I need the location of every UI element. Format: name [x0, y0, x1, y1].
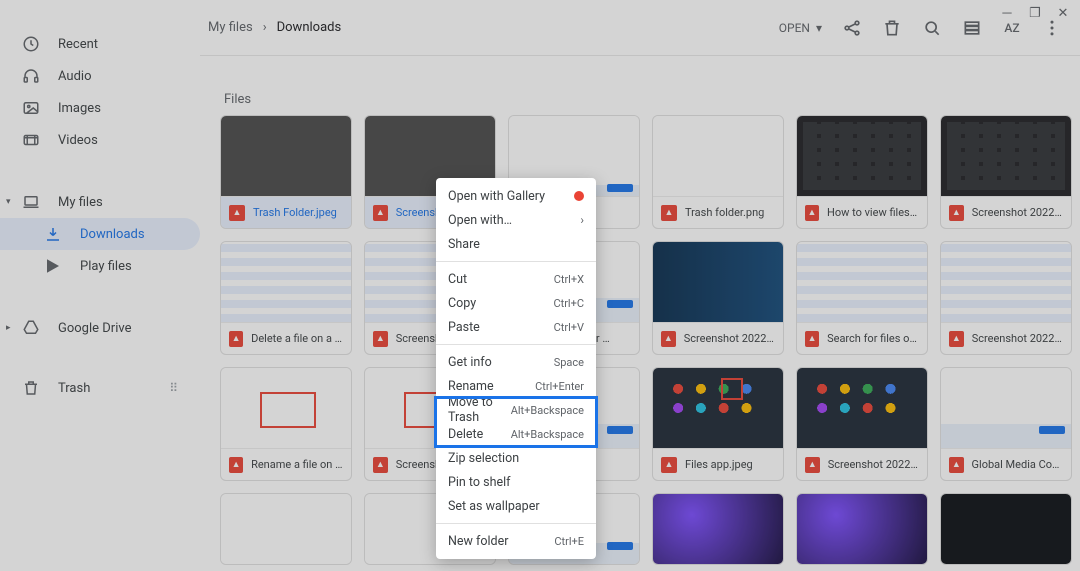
chevron-right-icon: › [263, 20, 267, 35]
menu-cut[interactable]: CutCtrl+X [436, 267, 596, 291]
menu-share[interactable]: Share [436, 232, 596, 256]
menu-delete[interactable]: DeleteAlt+Backspace [436, 422, 596, 446]
menu-zip[interactable]: Zip selection [436, 446, 596, 470]
file-card[interactable]: ▲Screenshot 2022-0… [940, 115, 1072, 229]
menu-separator [436, 261, 596, 262]
sidebar-item-label: My files [58, 195, 103, 210]
image-file-icon: ▲ [949, 457, 964, 473]
new-indicator-icon [574, 191, 584, 201]
menu-pin[interactable]: Pin to shelf [436, 470, 596, 494]
image-file-icon: ▲ [373, 331, 388, 347]
drag-handle-icon[interactable]: ⠿ [169, 381, 178, 395]
share-icon[interactable] [842, 18, 862, 38]
menu-paste[interactable]: PasteCtrl+V [436, 315, 596, 339]
file-card[interactable]: ▲Delete a file on a Ch… [220, 241, 352, 355]
image-icon [22, 99, 40, 117]
sidebar-item-label: Recent [58, 37, 98, 52]
menu-get-info[interactable]: Get infoSpace [436, 350, 596, 374]
sidebar-item-label: Images [58, 101, 101, 116]
more-icon[interactable] [1042, 18, 1062, 38]
sidebar-item-label: Audio [58, 69, 91, 84]
sidebar-item-label: Downloads [80, 227, 145, 242]
caret-down-icon: ▾ [816, 21, 822, 35]
sidebar-item-audio[interactable]: Audio [0, 60, 200, 92]
file-card[interactable]: ▲Global Media Contr… [940, 367, 1072, 481]
open-button-label: OPEN [779, 21, 810, 35]
menu-separator [436, 344, 596, 345]
play-icon [44, 257, 62, 275]
sidebar: Recent Audio Images Videos ▾ My files Do… [0, 0, 200, 571]
file-card[interactable]: ▲Files app.jpeg [652, 367, 784, 481]
laptop-icon [22, 193, 40, 211]
image-file-icon: ▲ [373, 457, 388, 473]
chevron-right-icon: › [580, 213, 584, 227]
file-card[interactable]: ▲Search for files on a… [796, 241, 928, 355]
search-icon[interactable] [922, 18, 942, 38]
download-icon [44, 225, 62, 243]
image-file-icon: ▲ [661, 205, 677, 221]
file-card[interactable] [940, 493, 1072, 565]
collapse-icon[interactable]: ▾ [6, 197, 11, 207]
main: My files › Downloads OPEN ▾ AZ Files ▲Tr… [200, 0, 1080, 571]
file-card[interactable]: ▲Trash folder.png [652, 115, 784, 229]
sidebar-item-label: Play files [80, 259, 132, 274]
file-card[interactable]: ▲Trash Folder.jpeg [220, 115, 352, 229]
breadcrumb-root[interactable]: My files [208, 20, 253, 35]
sidebar-item-my-files[interactable]: ▾ My files [0, 186, 200, 218]
file-card[interactable]: ▲How to view files on… [796, 115, 928, 229]
context-menu: Open with Gallery Open with…› Share CutC… [436, 178, 596, 559]
image-file-icon: ▲ [949, 205, 964, 221]
sidebar-item-play-files[interactable]: Play files [0, 250, 200, 282]
menu-wallpaper[interactable]: Set as wallpaper [436, 494, 596, 518]
clock-icon [22, 35, 40, 53]
file-card[interactable]: ▲Screenshot 2022-0… [940, 241, 1072, 355]
sidebar-item-trash[interactable]: Trash [0, 372, 169, 404]
menu-open-with[interactable]: Open with…› [436, 208, 596, 232]
image-file-icon: ▲ [949, 331, 964, 347]
expand-icon[interactable]: ▸ [6, 323, 11, 333]
delete-icon[interactable] [882, 18, 902, 38]
file-card[interactable] [220, 493, 352, 565]
menu-move-to-trash[interactable]: Move to TrashAlt+Backspace [436, 398, 596, 422]
image-file-icon: ▲ [805, 331, 819, 347]
image-file-icon: ▲ [661, 457, 677, 473]
open-button[interactable]: OPEN ▾ [779, 21, 822, 35]
headphones-icon [22, 67, 40, 85]
image-file-icon: ▲ [229, 457, 243, 473]
breadcrumb: My files › Downloads [208, 20, 341, 35]
image-file-icon: ▲ [661, 331, 676, 347]
trash-icon [22, 379, 40, 397]
sidebar-item-videos[interactable]: Videos [0, 124, 200, 156]
sidebar-item-images[interactable]: Images [0, 92, 200, 124]
video-icon [22, 131, 40, 149]
drive-icon [22, 319, 40, 337]
sidebar-item-google-drive[interactable]: ▸ Google Drive [0, 312, 200, 344]
sidebar-item-recent[interactable]: Recent [0, 28, 200, 60]
sidebar-item-label: Videos [58, 133, 98, 148]
sidebar-item-downloads[interactable]: Downloads [0, 218, 200, 250]
menu-separator [436, 523, 596, 524]
sidebar-item-label: Google Drive [58, 321, 131, 336]
image-file-icon: ▲ [229, 331, 243, 347]
image-file-icon: ▲ [805, 205, 819, 221]
file-card[interactable]: ▲Screenshot 2022-0… [796, 367, 928, 481]
section-label: Files [200, 56, 1080, 115]
sidebar-item-label: Trash [58, 381, 90, 396]
file-grid: ▲Trash Folder.jpeg ▲Screenshot 2022-0… ▲… [200, 115, 1080, 565]
menu-copy[interactable]: CopyCtrl+C [436, 291, 596, 315]
view-list-icon[interactable] [962, 18, 982, 38]
sort-icon[interactable]: AZ [1002, 18, 1022, 38]
file-card[interactable]: ▲Rename a file on Ch… [220, 367, 352, 481]
file-card[interactable] [652, 493, 784, 565]
breadcrumb-current: Downloads [277, 20, 342, 35]
image-file-icon: ▲ [229, 205, 245, 221]
file-card[interactable] [796, 493, 928, 565]
image-file-icon: ▲ [373, 205, 388, 221]
menu-open-gallery[interactable]: Open with Gallery [436, 184, 596, 208]
topbar: My files › Downloads OPEN ▾ AZ [200, 0, 1080, 56]
image-file-icon: ▲ [805, 457, 820, 473]
menu-new-folder[interactable]: New folderCtrl+E [436, 529, 596, 553]
file-card[interactable]: ▲Screenshot 2022-0… [652, 241, 784, 355]
